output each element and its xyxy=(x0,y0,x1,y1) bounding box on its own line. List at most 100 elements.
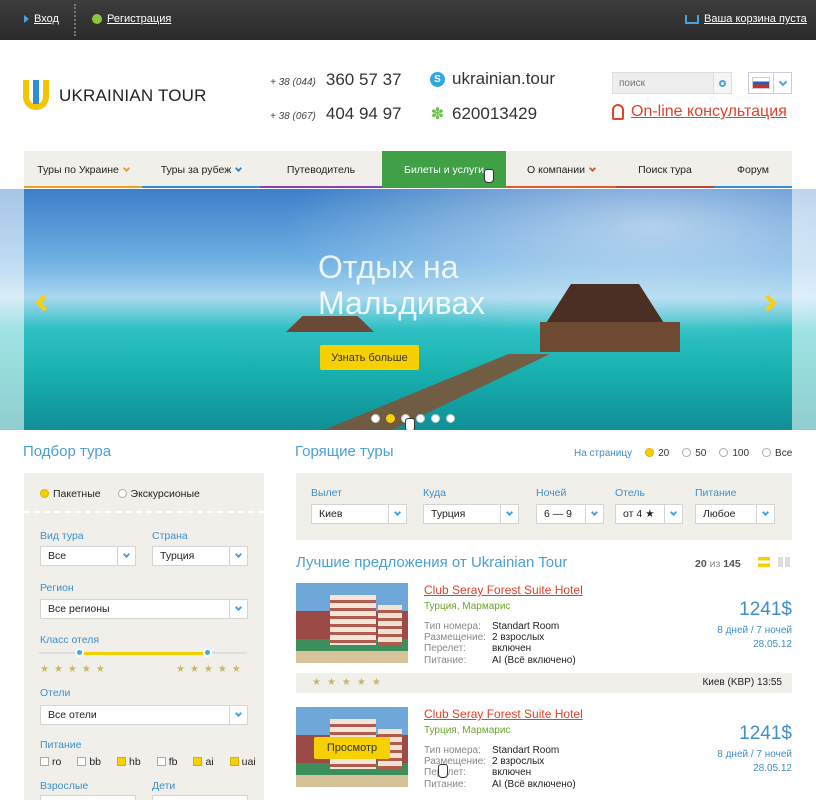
divider xyxy=(74,4,76,36)
chevron-down-icon xyxy=(669,508,678,517)
children-select[interactable] xyxy=(152,795,248,800)
filter-3: Ночей 6 — 9 xyxy=(536,487,604,524)
hotel-stars-icon: ★★★★★ xyxy=(312,677,387,688)
slider-dot[interactable] xyxy=(371,414,380,423)
learn-more-button[interactable]: Узнать больше xyxy=(320,345,419,370)
hotel-name-link[interactable]: Club Seray Forest Suite Hotel xyxy=(424,583,583,597)
nav-item-2[interactable]: Туры за рубеж xyxy=(142,151,260,188)
per-page-option[interactable]: Все xyxy=(762,448,792,459)
arrow-right-icon xyxy=(24,15,29,23)
nav-item-1[interactable]: Туры по Украине xyxy=(24,151,142,188)
next-arrow-icon[interactable] xyxy=(759,294,777,312)
country-label: Страна xyxy=(152,530,188,542)
filter-select[interactable]: Любое xyxy=(695,504,775,524)
bungalow-roof xyxy=(545,284,665,324)
offer-price: 1241$ xyxy=(739,599,792,620)
hotel-name-link[interactable]: Club Seray Forest Suite Hotel xyxy=(424,707,583,721)
top-bar: Вход Регистрация Ваша корзина пуста xyxy=(0,0,816,40)
nav-item-4[interactable]: Билеты и услуги xyxy=(382,151,506,188)
hotel-class-slider[interactable] xyxy=(39,648,247,657)
nav-item-5[interactable]: О компании xyxy=(506,151,616,188)
adults-select[interactable] xyxy=(40,795,136,800)
per-page-option[interactable]: 50 xyxy=(682,448,706,459)
filter-1: Вылет Киев xyxy=(311,487,407,524)
per-page-option[interactable]: 20 xyxy=(645,448,669,459)
hotel-location: Турция, Мармарис xyxy=(424,601,511,612)
per-page-option[interactable]: 100 xyxy=(719,448,749,459)
food-checkbox-fb[interactable]: fb xyxy=(156,756,177,768)
logo[interactable]: UKRAINIAN TOUR xyxy=(23,80,207,112)
filter-select[interactable]: Турция xyxy=(423,504,519,524)
hotels-select[interactable]: Все отели xyxy=(40,705,248,725)
support-icon xyxy=(612,104,624,120)
filter-select[interactable]: 6 — 9 xyxy=(536,504,604,524)
nav-accent xyxy=(382,186,506,188)
search-button[interactable] xyxy=(713,73,731,93)
radio-excursion[interactable]: Экскурсионые xyxy=(117,488,200,500)
food-checkbox-ro[interactable]: ro xyxy=(40,756,61,768)
nav-accent xyxy=(506,186,616,188)
offer-date: 28.05.12 xyxy=(753,639,792,650)
login-link[interactable]: Вход xyxy=(24,13,59,25)
filter-select[interactable]: Киев xyxy=(311,504,407,524)
cart-link[interactable]: Ваша корзина пуста xyxy=(685,13,807,25)
offer-detail-flight: Перелет:включен xyxy=(424,643,532,654)
radio-package[interactable]: Пакетные xyxy=(40,488,101,500)
departure-info: Киев (KBP) 13:55 xyxy=(702,677,782,688)
nav-item-6[interactable]: Поиск тура xyxy=(616,151,714,188)
nav-item-3[interactable]: Путеводитель xyxy=(260,151,382,188)
logo-text: UKRAINIAN TOUR xyxy=(59,86,207,105)
food-checkbox-ai[interactable]: ai xyxy=(193,756,214,768)
hotel-class-label: Класс отеля xyxy=(40,634,100,646)
divider xyxy=(24,511,264,513)
view-button[interactable]: Просмотр xyxy=(314,737,390,759)
country-select[interactable]: Турция xyxy=(152,546,248,566)
skype-contact[interactable]: S ukrainian.tour xyxy=(430,69,555,89)
nav-accent xyxy=(714,186,792,188)
food-checkbox-uai[interactable]: uai xyxy=(229,756,256,768)
prev-arrow-icon[interactable] xyxy=(35,294,53,312)
slide-prev-preview xyxy=(0,189,24,430)
slider-dot[interactable] xyxy=(446,414,455,423)
filter-4: Отель от 4 ★ xyxy=(615,487,683,524)
hotel-location: Турция, Мармарис xyxy=(424,725,511,736)
food-checkboxes: ro bb hb fb ai uai xyxy=(40,756,256,768)
hot-tours-filters: Вылет Киев Куда Турция Ночей 6 — 9 Отель от 4 ★… xyxy=(296,473,792,540)
filter-2: Куда Турция xyxy=(423,487,519,524)
food-checkbox-bb[interactable]: bb xyxy=(77,756,101,768)
tour-type-select[interactable]: Все xyxy=(40,546,136,566)
cursor-icon xyxy=(438,764,448,778)
per-page-label: На страницу xyxy=(574,448,633,459)
nav-accent xyxy=(260,186,382,188)
filter-select[interactable]: от 4 ★ xyxy=(615,504,683,524)
tour-search-panel: Пакетные Экскурсионые Вид тура Все Стран… xyxy=(24,473,264,800)
chevron-down-icon xyxy=(393,508,402,517)
per-page-selector: На страницу 20 50 100 Все xyxy=(574,448,792,459)
search-input[interactable] xyxy=(613,73,713,93)
slider-dot[interactable] xyxy=(386,414,395,423)
slider-dot[interactable] xyxy=(416,414,425,423)
language-select[interactable] xyxy=(748,72,792,94)
cursor-icon xyxy=(405,418,415,430)
results-counter: 20 из 145 xyxy=(695,558,741,570)
slider-handle-min[interactable] xyxy=(75,648,84,657)
nav-item-7[interactable]: Форум xyxy=(714,151,792,188)
region-select[interactable]: Все регионы xyxy=(40,599,248,619)
skype-icon: S xyxy=(430,71,445,87)
register-link[interactable]: Регистрация xyxy=(92,13,171,25)
search-box xyxy=(612,72,732,94)
icq-contact[interactable]: ✽ 620013429 xyxy=(430,104,537,124)
offer-detail-food: Питание: AI (Всё включено) xyxy=(424,655,576,666)
main-nav: Туры по Украине Туры за рубеж Путеводитель… xyxy=(24,151,792,188)
hotels-label: Отели xyxy=(40,687,71,699)
slider-handle-max[interactable] xyxy=(203,648,212,657)
slider-dot[interactable] xyxy=(431,414,440,423)
hotel-photo[interactable] xyxy=(296,583,408,663)
grid-view-icon[interactable] xyxy=(778,557,790,567)
offer-duration: 8 дней / 7 ночей xyxy=(717,749,792,760)
online-consultation-link[interactable]: On-line консультация xyxy=(612,103,787,121)
list-view-icon[interactable] xyxy=(758,557,770,567)
russia-flag-icon xyxy=(752,77,770,89)
food-checkbox-hb[interactable]: hb xyxy=(117,756,141,768)
hot-tours-title: Горящие туры xyxy=(295,443,394,460)
